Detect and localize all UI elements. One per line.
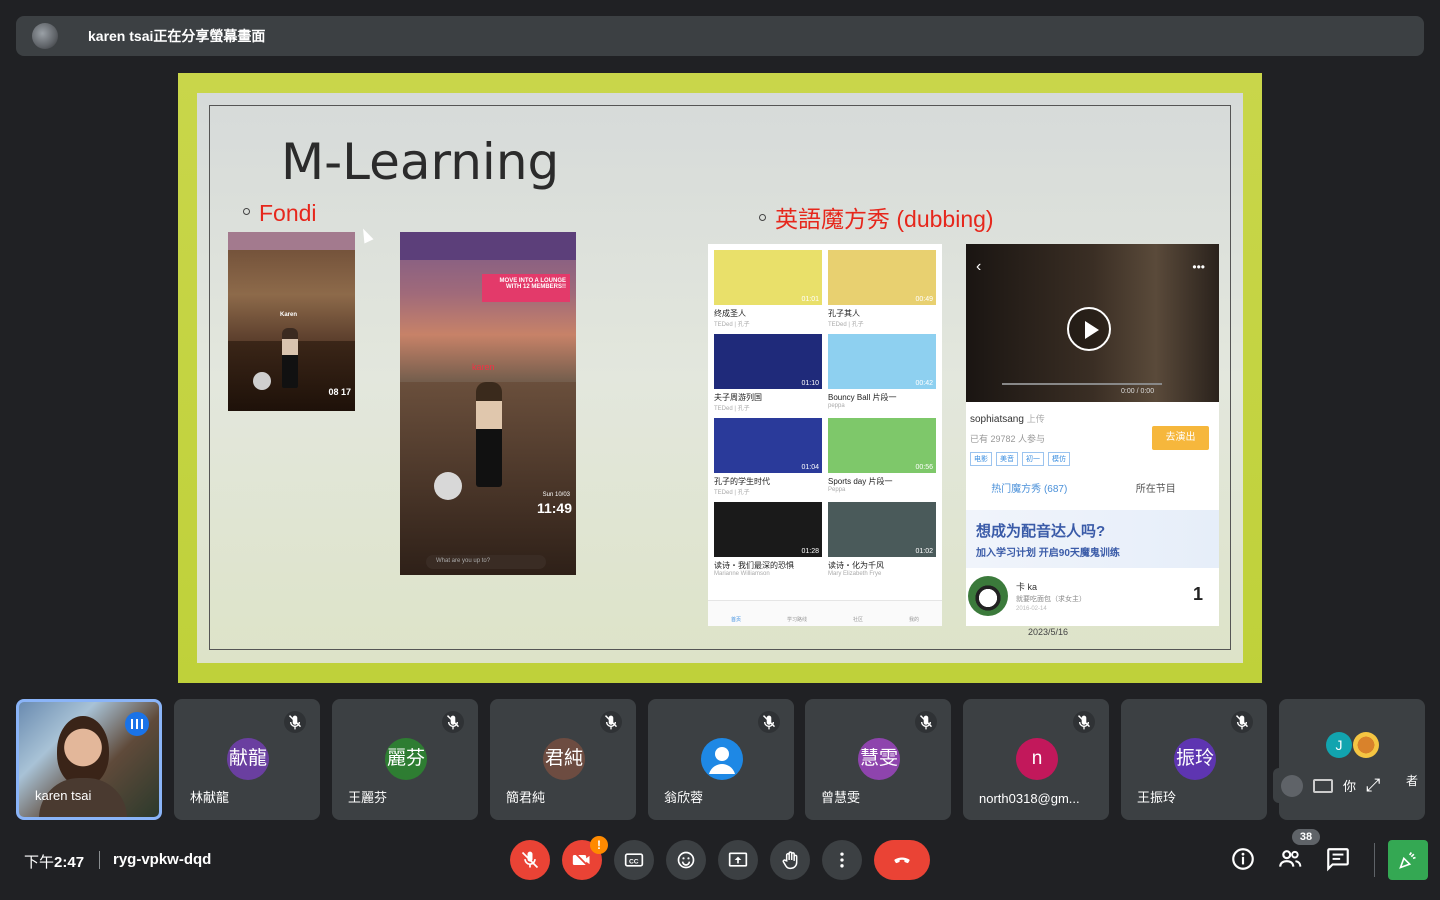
participant-tile[interactable]: 慧雯曾慧雯	[805, 699, 951, 820]
participant-avatar: 君純	[543, 738, 585, 780]
people-icon	[1279, 850, 1302, 867]
participant-tile[interactable]: 君純簡君純	[490, 699, 636, 820]
hang-up-icon	[894, 857, 910, 864]
people-button[interactable]	[1277, 846, 1305, 874]
video-tile: 01:28 读诗・我们最深的恐惧 Marianne Williamson	[714, 502, 822, 577]
meeting-code: ryg-vpkw-dqd	[113, 851, 212, 868]
slide: M-Learning Fondi 英語魔方秀 (dubbing) Karen 0…	[197, 93, 1243, 663]
mic-off-icon	[284, 711, 306, 733]
mic-off-icon[interactable]	[1281, 774, 1303, 797]
participant-name: 林献龍	[190, 790, 230, 805]
video-tile: 01:10 夫子周游列国 TEDed | 孔子	[714, 334, 822, 412]
participant-tile[interactable]: 麗芬王麗芬	[332, 699, 478, 820]
captions-icon: CC	[624, 853, 644, 867]
svg-text:CC: CC	[629, 858, 639, 865]
meeting-details-button[interactable]	[1230, 846, 1258, 874]
mic-off-icon	[915, 711, 937, 733]
dubbing-list-screenshot: 01:01 终成圣人 TEDed | 孔子 00:49 孔子其人 TEDed | 孔子 01…	[708, 244, 942, 626]
panda-avatar	[968, 576, 1008, 616]
video-tile: 01:01 终成圣人 TEDed | 孔子	[714, 250, 822, 328]
video-tile: 01:02 读诗・化为千风 Mary Elizabeth Frye	[828, 502, 936, 577]
slide-title: M-Learning	[281, 133, 560, 191]
video-tile: 01:04 孔子的学生时代 TEDed | 孔子	[714, 418, 822, 496]
mic-off-icon	[1231, 711, 1253, 733]
mic-off-button[interactable]	[510, 840, 550, 880]
emoji-icon	[677, 851, 695, 869]
participant-name: karen tsai	[35, 788, 92, 803]
bullet-fondi: Fondi	[243, 200, 317, 227]
bullet-dubbing: 英語魔方秀 (dubbing)	[759, 200, 994, 234]
participant-avatar: n	[1016, 738, 1058, 780]
participant-tile-karen[interactable]: karen tsai	[16, 699, 162, 820]
activities-button[interactable]	[1388, 840, 1428, 880]
captions-button[interactable]: CC	[614, 840, 654, 880]
divider	[1374, 843, 1375, 877]
participant-avatar: 麗芬	[385, 738, 427, 780]
participant-tile[interactable]: 翁欣蓉	[648, 699, 794, 820]
participant-name: north0318@gm...	[979, 791, 1080, 806]
reactions-button[interactable]	[666, 840, 706, 880]
speaking-indicator-icon	[125, 712, 149, 736]
expand-icon[interactable]: ⤢	[1366, 775, 1380, 796]
mic-off-icon	[758, 711, 780, 733]
camera-off-button[interactable]: !	[562, 836, 608, 880]
info-icon	[1232, 848, 1254, 870]
camera-off-icon	[572, 851, 591, 869]
bear-avatar-icon	[1353, 732, 1379, 758]
participant-name: 簡君純	[506, 790, 546, 805]
video-tile: 00:49 孔子其人 TEDed | 孔子	[828, 250, 936, 328]
participant-name: 王麗芬	[348, 790, 388, 805]
raise-hand-button[interactable]	[770, 840, 810, 880]
dubbing-detail-screenshot: ‹ ••• 0:00 / 0:00 sophiatsang 上传 已有 2978…	[966, 244, 1219, 626]
participant-avatar: 振玲	[1174, 738, 1216, 780]
participant-avatar: 献龍	[227, 738, 269, 780]
present-button[interactable]	[718, 840, 758, 880]
self-view-controls: 你 ⤢	[1273, 768, 1421, 803]
video-tile: 00:56 Sports day 片段一 Peppa	[828, 418, 936, 493]
presenter-avatar	[32, 23, 58, 49]
default-person-icon	[701, 738, 743, 780]
people-count-badge: 38	[1292, 829, 1320, 845]
activities-icon	[1399, 852, 1416, 869]
participant-tile[interactable]: 振玲王振玲	[1121, 699, 1267, 820]
camera-warning-badge: !	[590, 836, 608, 854]
chat-button[interactable]	[1325, 846, 1353, 874]
fondi-screenshot-right: MOVE INTO A LOUNGE WITH 12 MEMBERS!! kar…	[400, 232, 576, 575]
divider	[99, 851, 100, 869]
presentation-view: M-Learning Fondi 英語魔方秀 (dubbing) Karen 0…	[178, 73, 1262, 683]
mic-off-icon	[442, 711, 464, 733]
mic-off-icon	[600, 711, 622, 733]
participant-tile[interactable]: n north0318@gm...	[963, 699, 1109, 820]
chat-icon	[1327, 848, 1349, 872]
play-icon	[1067, 307, 1111, 351]
fondi-screenshot-left: Karen 08 17	[228, 232, 355, 411]
camera-off-icon[interactable]	[1313, 778, 1333, 793]
participant-video	[57, 716, 109, 786]
more-vert-icon	[840, 852, 844, 868]
participant-name: 王振玲	[1137, 790, 1177, 805]
screen-share-text: karen tsai正在分享螢幕畫面	[88, 28, 266, 44]
participant-tile[interactable]: 献龍林献龍	[174, 699, 320, 820]
leave-call-button[interactable]	[874, 840, 930, 880]
participant-name: 翁欣蓉	[664, 790, 704, 805]
participant-avatar: 慧雯	[858, 738, 900, 780]
hand-icon	[782, 851, 798, 870]
meeting-time: 下午2:47	[24, 854, 85, 871]
more-options-button[interactable]	[822, 840, 862, 880]
present-screen-icon	[728, 852, 748, 867]
mic-off-icon	[521, 851, 539, 869]
participant-avatar: J	[1326, 732, 1352, 758]
video-tile: 00:42 Bouncy Ball 片段一 peppa	[828, 334, 936, 409]
slide-date: 2023/5/16	[1028, 627, 1069, 637]
self-label: 你	[1343, 779, 1357, 794]
screen-share-banner: karen tsai正在分享螢幕畫面	[16, 16, 1424, 56]
mic-off-icon	[1073, 711, 1095, 733]
participant-name: 曾慧雯	[821, 790, 861, 805]
more-participants-label: 者	[1406, 774, 1419, 788]
